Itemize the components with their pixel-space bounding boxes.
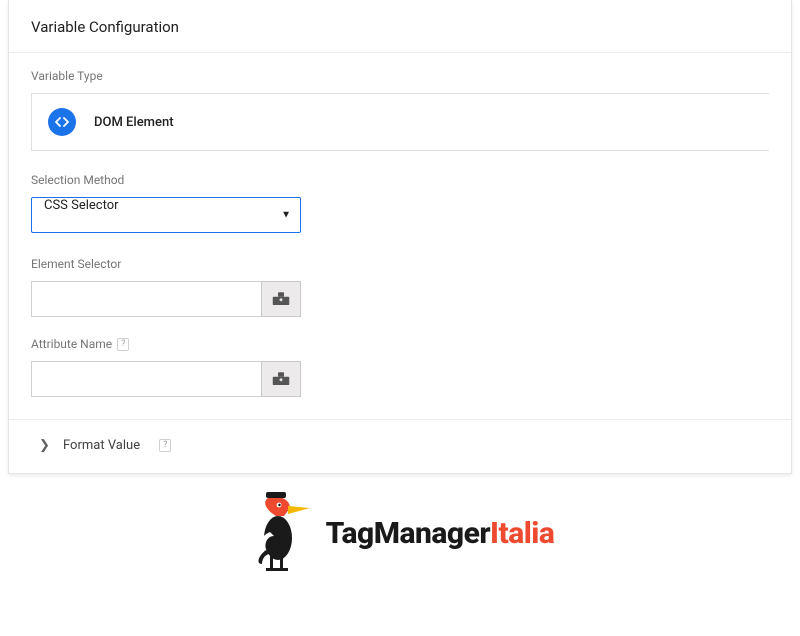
variable-type-label: Variable Type (31, 69, 769, 83)
brick-icon (272, 292, 290, 306)
variable-config-panel: Variable Configuration Variable Type DOM… (8, 0, 792, 474)
attribute-name-input[interactable] (31, 361, 261, 397)
variable-type-section: Variable Type DOM Element (9, 53, 791, 151)
help-icon[interactable]: ? (117, 338, 129, 351)
code-icon (48, 108, 76, 136)
variable-type-name: DOM Element (94, 115, 174, 130)
attribute-name-variable-button[interactable] (261, 361, 301, 397)
element-selector-input[interactable] (31, 281, 261, 317)
format-value-toggle[interactable]: ❯ Format Value ? (9, 420, 791, 473)
selection-method-select[interactable]: CSS Selector (31, 197, 301, 233)
bird-icon (246, 492, 318, 574)
element-selector-variable-button[interactable] (261, 281, 301, 317)
help-icon[interactable]: ? (159, 439, 171, 452)
selection-method-section: Selection Method CSS Selector ▼ (9, 157, 791, 233)
element-selector-section: Element Selector (9, 241, 791, 317)
logo: TagManagerItalia (0, 474, 800, 578)
attribute-name-section: Attribute Name? (9, 321, 791, 397)
panel-title: Variable Configuration (9, 0, 791, 53)
brick-icon (272, 372, 290, 386)
attribute-name-label: Attribute Name? (31, 337, 769, 351)
logo-text: TagManagerItalia (326, 516, 555, 551)
element-selector-label: Element Selector (31, 257, 769, 271)
format-value-label: Format Value (63, 438, 140, 453)
variable-type-card[interactable]: DOM Element (31, 93, 769, 151)
selection-method-label: Selection Method (31, 173, 769, 187)
chevron-right-icon: ❯ (39, 438, 49, 453)
